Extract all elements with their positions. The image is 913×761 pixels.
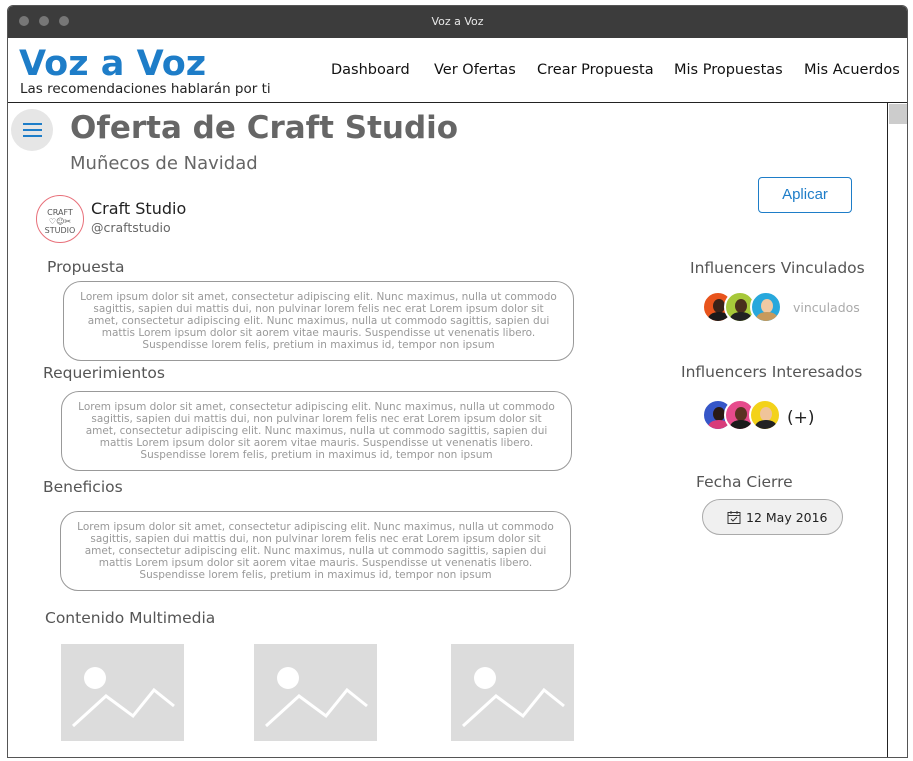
hamburger-icon bbox=[23, 135, 42, 137]
section-label-multimedia: Contenido Multimedia bbox=[45, 609, 216, 627]
interested-avatar-3[interactable] bbox=[749, 399, 781, 431]
nav-mis-propuestas[interactable]: Mis Propuestas bbox=[674, 62, 783, 78]
interested-more-button[interactable]: (+) bbox=[787, 408, 815, 428]
image-placeholder-icon bbox=[461, 667, 565, 728]
window-title: Voz a Voz bbox=[431, 15, 484, 28]
hamburger-icon bbox=[23, 129, 42, 131]
section-label-beneficios: Beneficios bbox=[43, 478, 123, 496]
close-date-field[interactable]: 12 May 2016 bbox=[702, 499, 843, 535]
image-placeholder-icon bbox=[71, 667, 175, 728]
nav-mis-acuerdos[interactable]: Mis Acuerdos bbox=[804, 62, 900, 78]
page-subtitle: Muñecos de Navidad bbox=[70, 153, 258, 174]
app-logo[interactable]: Voz a Voz bbox=[19, 44, 206, 84]
media-image-3[interactable] bbox=[451, 644, 574, 741]
app-window: Voz a Voz Voz a Voz Las recomendaciones … bbox=[7, 5, 908, 758]
company-name[interactable]: Craft Studio bbox=[91, 199, 186, 218]
beneficios-text: Lorem ipsum dolor sit amet, consectetur … bbox=[60, 511, 571, 591]
company-logo[interactable]: CRAFT ♡☺✂ STUDIO bbox=[36, 195, 84, 243]
app-tagline: Las recomendaciones hablarán por ti bbox=[20, 81, 271, 97]
company-logo-text: CRAFT ♡☺✂ STUDIO bbox=[44, 208, 76, 235]
menu-button[interactable] bbox=[11, 109, 53, 151]
nav-crear-propuesta[interactable]: Crear Propuesta bbox=[537, 62, 654, 78]
app-header: Voz a Voz Las recomendaciones hablarán p… bbox=[8, 38, 907, 103]
nav-dashboard[interactable]: Dashboard bbox=[331, 62, 410, 78]
linked-count-label: vinculados bbox=[793, 300, 860, 315]
requerimientos-text: Lorem ipsum dolor sit amet, consectetur … bbox=[61, 391, 572, 471]
section-label-requerimientos: Requerimientos bbox=[43, 364, 165, 382]
interested-influencers-title: Influencers Interesados bbox=[681, 363, 863, 381]
linked-influencers-title: Influencers Vinculados bbox=[690, 259, 865, 277]
close-date-value: 12 May 2016 bbox=[746, 510, 828, 525]
title-bar: Voz a Voz bbox=[8, 6, 907, 38]
linked-avatar-3[interactable] bbox=[750, 291, 782, 323]
company-handle: @craftstudio bbox=[91, 220, 171, 235]
close-date-title: Fecha Cierre bbox=[696, 473, 793, 491]
main-content: Oferta de Craft Studio Muñecos de Navida… bbox=[8, 103, 886, 757]
calendar-icon bbox=[727, 511, 741, 524]
media-image-1[interactable] bbox=[61, 644, 184, 741]
propuesta-text: Lorem ipsum dolor sit amet, consectetur … bbox=[63, 281, 574, 361]
section-label-propuesta: Propuesta bbox=[47, 258, 125, 276]
image-placeholder-icon bbox=[264, 667, 368, 728]
vertical-scrollbar[interactable] bbox=[887, 103, 907, 757]
page-title: Oferta de Craft Studio bbox=[70, 110, 459, 146]
scrollbar-thumb[interactable] bbox=[889, 104, 907, 124]
apply-button[interactable]: Aplicar bbox=[758, 177, 852, 213]
nav-ver-ofertas[interactable]: Ver Ofertas bbox=[434, 62, 516, 78]
media-image-2[interactable] bbox=[254, 644, 377, 741]
hamburger-icon bbox=[23, 123, 42, 125]
